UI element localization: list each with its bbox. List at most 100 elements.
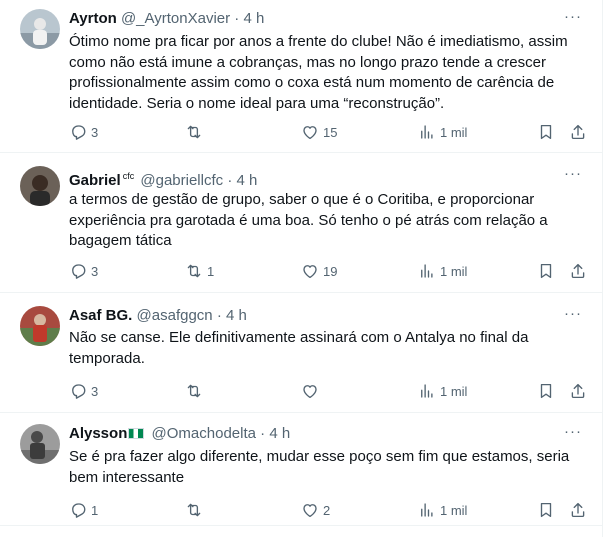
retweet-icon	[185, 123, 203, 141]
views-button[interactable]: 1 mil	[418, 261, 467, 281]
retweet-button[interactable]	[185, 500, 207, 520]
display-name[interactable]: Asaf BG.	[69, 307, 132, 324]
reply-icon	[69, 382, 87, 400]
views-icon	[418, 501, 436, 519]
tweet-text: Ótimo nome pra ficar por anos a frente d…	[69, 33, 568, 112]
separator-dot: ·	[227, 172, 233, 189]
views-count: 1 mil	[440, 383, 468, 399]
tweet-text: Não se canse. Ele definitivamente assina…	[69, 329, 529, 367]
timestamp[interactable]: 4 h	[269, 425, 290, 442]
share-icon	[569, 123, 587, 141]
tweet-header: Ayrton @_AyrtonXavier · 4 h	[69, 9, 264, 29]
display-name[interactable]: Alysson	[69, 425, 127, 442]
avatar[interactable]	[20, 9, 60, 49]
reply-button[interactable]: 3	[69, 261, 98, 281]
more-icon[interactable]: ···	[564, 165, 582, 182]
views-icon	[418, 123, 436, 141]
tweet-header: Asaf BG. @asafggcn · 4 h	[69, 306, 247, 326]
like-count: 19	[323, 263, 338, 279]
share-button[interactable]	[569, 122, 587, 142]
reply-feed: Ayrton @_AyrtonXavier · 4 h ··· Ótimo no…	[0, 0, 603, 537]
retweet-button[interactable]	[185, 122, 207, 142]
share-button[interactable]	[569, 381, 587, 401]
action-bar: 3 1 mil	[69, 381, 599, 401]
reply-count: 3	[91, 383, 99, 399]
separator-dot: ·	[260, 425, 266, 442]
reply-count: 1	[91, 502, 99, 518]
share-icon	[569, 262, 587, 280]
timestamp[interactable]: 4 h	[243, 10, 264, 27]
action-bar: 1 2 1 mil	[69, 500, 599, 520]
reply-icon	[69, 501, 87, 519]
bookmark-button[interactable]	[537, 381, 555, 401]
reply-icon	[69, 262, 87, 280]
action-bar: 3 1 19 1 mil	[69, 261, 599, 281]
share-button[interactable]	[569, 500, 587, 520]
action-bar: 3 15 1 mil	[69, 122, 599, 142]
like-button[interactable]	[301, 381, 323, 401]
tweet[interactable]: Asaf BG. @asafggcn · 4 h ··· Não se cans…	[0, 293, 602, 413]
views-count: 1 mil	[440, 502, 468, 518]
share-icon	[569, 382, 587, 400]
reply-button[interactable]: 3	[69, 122, 98, 142]
tweet-header: Alysson @Omachodelta · 4 h	[69, 424, 290, 444]
display-name[interactable]: Ayrton	[69, 10, 117, 27]
tweet[interactable]: Ayrton @_AyrtonXavier · 4 h ··· Ótimo no…	[0, 0, 602, 153]
like-icon	[301, 123, 319, 141]
bookmark-button[interactable]	[537, 261, 555, 281]
more-icon[interactable]: ···	[564, 8, 582, 25]
tweet-text: Se é pra fazer algo diferente, mudar ess…	[69, 448, 570, 486]
display-name[interactable]: Gabriel	[69, 172, 121, 189]
bookmark-icon	[537, 123, 555, 141]
retweet-icon	[185, 262, 203, 280]
user-handle[interactable]: @asafggcn	[137, 307, 213, 324]
retweet-button[interactable]: 1	[185, 261, 214, 281]
user-handle[interactable]: @gabriellcfc	[140, 172, 223, 189]
tweet[interactable]: Alysson @Omachodelta · 4 h ··· Se é pra …	[0, 413, 602, 526]
timestamp[interactable]: 4 h	[226, 307, 247, 324]
like-button[interactable]: 2	[301, 500, 330, 520]
like-button[interactable]: 15	[301, 122, 337, 142]
avatar[interactable]	[20, 306, 60, 346]
views-button[interactable]: 1 mil	[418, 381, 467, 401]
like-count: 15	[323, 124, 338, 140]
views-icon	[418, 262, 436, 280]
views-icon	[418, 382, 436, 400]
timestamp[interactable]: 4 h	[236, 172, 257, 189]
more-icon[interactable]: ···	[564, 305, 582, 322]
reply-icon	[69, 123, 87, 141]
user-handle[interactable]: @_AyrtonXavier	[121, 10, 230, 27]
retweet-icon	[185, 501, 203, 519]
more-icon[interactable]: ···	[564, 423, 582, 440]
bookmark-icon	[537, 382, 555, 400]
reply-button[interactable]: 1	[69, 500, 98, 520]
views-button[interactable]: 1 mil	[418, 500, 467, 520]
user-handle[interactable]: @Omachodelta	[152, 425, 256, 442]
retweet-button[interactable]	[185, 381, 207, 401]
tweet-header: Gabriel cfc @gabriellcfc · 4 h	[69, 166, 257, 191]
tweet[interactable]: Gabriel cfc @gabriellcfc · 4 h ··· a term…	[0, 153, 602, 293]
reply-button[interactable]: 3	[69, 381, 98, 401]
views-count: 1 mil	[440, 263, 468, 279]
profile-badge: cfc	[122, 171, 135, 181]
like-button[interactable]: 19	[301, 261, 337, 281]
share-button[interactable]	[569, 261, 587, 281]
like-count: 2	[323, 502, 331, 518]
bookmark-icon	[537, 262, 555, 280]
like-icon	[301, 501, 319, 519]
separator-dot: ·	[234, 10, 240, 27]
bookmark-button[interactable]	[537, 500, 555, 520]
bookmark-button[interactable]	[537, 122, 555, 142]
reply-count: 3	[91, 124, 99, 140]
views-button[interactable]: 1 mil	[418, 122, 467, 142]
retweet-icon	[185, 382, 203, 400]
retweet-count: 1	[207, 263, 215, 279]
like-icon	[301, 262, 319, 280]
tweet-text: a termos de gestão de grupo, saber o que…	[69, 191, 548, 249]
avatar[interactable]	[20, 424, 60, 464]
avatar[interactable]	[20, 166, 60, 206]
views-count: 1 mil	[440, 124, 468, 140]
separator-dot: ·	[216, 307, 222, 324]
bookmark-icon	[537, 501, 555, 519]
reply-count: 3	[91, 263, 99, 279]
